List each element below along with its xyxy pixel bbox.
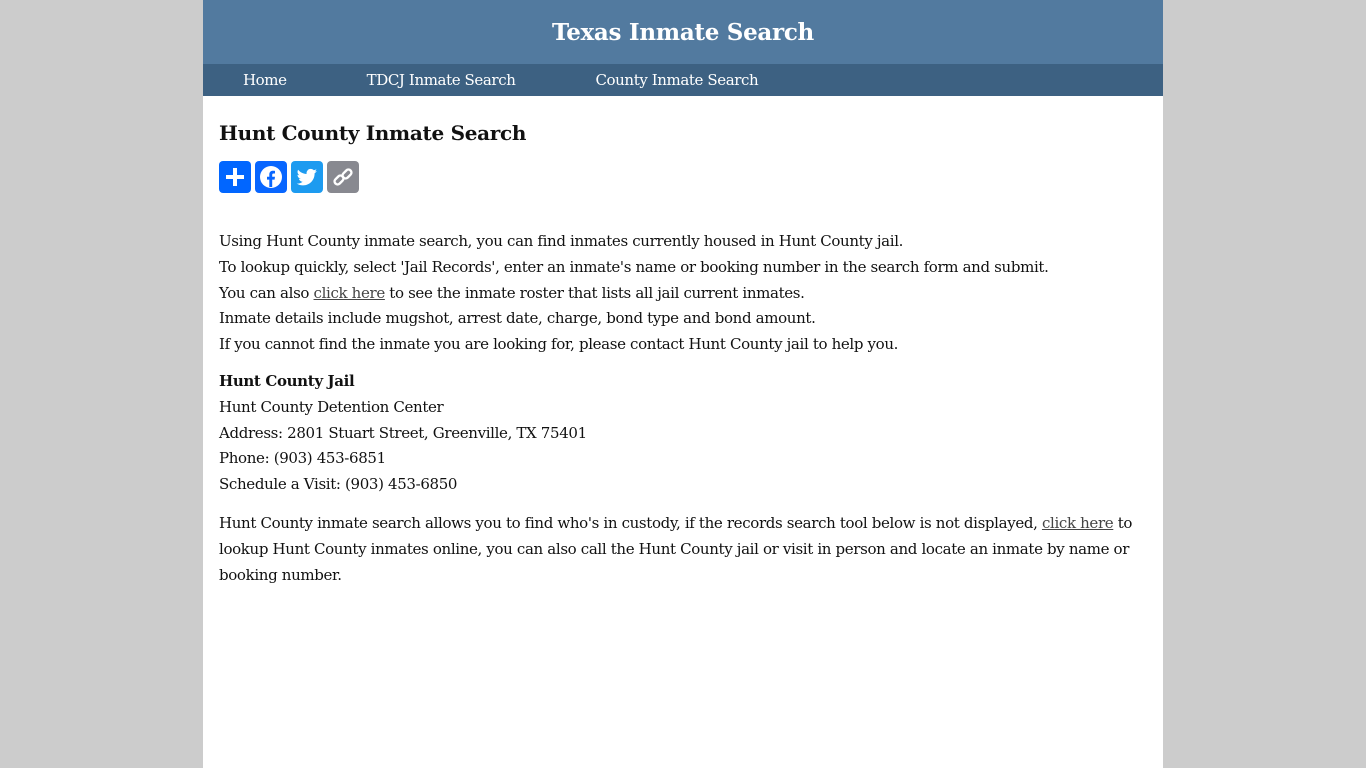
twitter-icon bbox=[296, 168, 317, 186]
jail-visit-phone: Schedule a Visit: (903) 453-6850 bbox=[219, 475, 458, 494]
intro-text-segment: to see the inmate roster that lists all … bbox=[384, 283, 805, 302]
intro-line: Using Hunt County inmate search, you can… bbox=[219, 232, 904, 250]
link-icon bbox=[333, 168, 353, 186]
outro-text: Hunt County inmate search allows you to … bbox=[219, 511, 1139, 588]
intro-line: Inmate details include mugshot, arrest d… bbox=[219, 309, 816, 328]
main-nav: Home TDCJ Inmate Search County Inmate Se… bbox=[203, 64, 1163, 96]
share-buttons bbox=[219, 161, 1147, 193]
share-facebook-button[interactable] bbox=[255, 161, 287, 193]
nav-tdcj-inmate-search[interactable]: TDCJ Inmate Search bbox=[367, 71, 516, 89]
share-twitter-button[interactable] bbox=[291, 161, 323, 193]
jail-info: Hunt County Jail Hunt County Detention C… bbox=[219, 369, 1147, 498]
jail-title: Hunt County Jail bbox=[219, 371, 355, 390]
intro-text: Using Hunt County inmate search, you can… bbox=[219, 229, 1147, 358]
jail-address: Address: 2801 Stuart Street, Greenville,… bbox=[219, 423, 587, 442]
share-copy-link-button[interactable] bbox=[327, 161, 359, 193]
nav-home[interactable]: Home bbox=[243, 71, 287, 89]
jail-phone: Phone: (903) 453-6851 bbox=[219, 449, 386, 468]
search-tool-link[interactable]: click here bbox=[1042, 514, 1114, 532]
jail-facility: Hunt County Detention Center bbox=[219, 397, 444, 416]
site-header: Texas Inmate Search bbox=[203, 0, 1163, 64]
site-title[interactable]: Texas Inmate Search bbox=[552, 19, 814, 46]
page-container: Texas Inmate Search Home TDCJ Inmate Sea… bbox=[203, 0, 1163, 768]
facebook-icon bbox=[260, 166, 282, 188]
intro-line: You can also click here to see the inmat… bbox=[219, 281, 1147, 307]
intro-text-segment: You can also bbox=[219, 283, 314, 302]
share-add-button[interactable] bbox=[219, 161, 251, 193]
plus-icon bbox=[226, 168, 244, 186]
main-content: Hunt County Inmate Search Using Hunt Cou… bbox=[203, 96, 1163, 588]
intro-line: If you cannot find the inmate you are lo… bbox=[219, 335, 899, 354]
roster-link[interactable]: click here bbox=[314, 284, 386, 302]
page-title: Hunt County Inmate Search bbox=[219, 121, 527, 145]
nav-county-inmate-search[interactable]: County Inmate Search bbox=[595, 71, 758, 89]
outro-text-segment: Hunt County inmate search allows you to … bbox=[219, 513, 1042, 532]
intro-line: To lookup quickly, select 'Jail Records'… bbox=[219, 257, 1049, 276]
